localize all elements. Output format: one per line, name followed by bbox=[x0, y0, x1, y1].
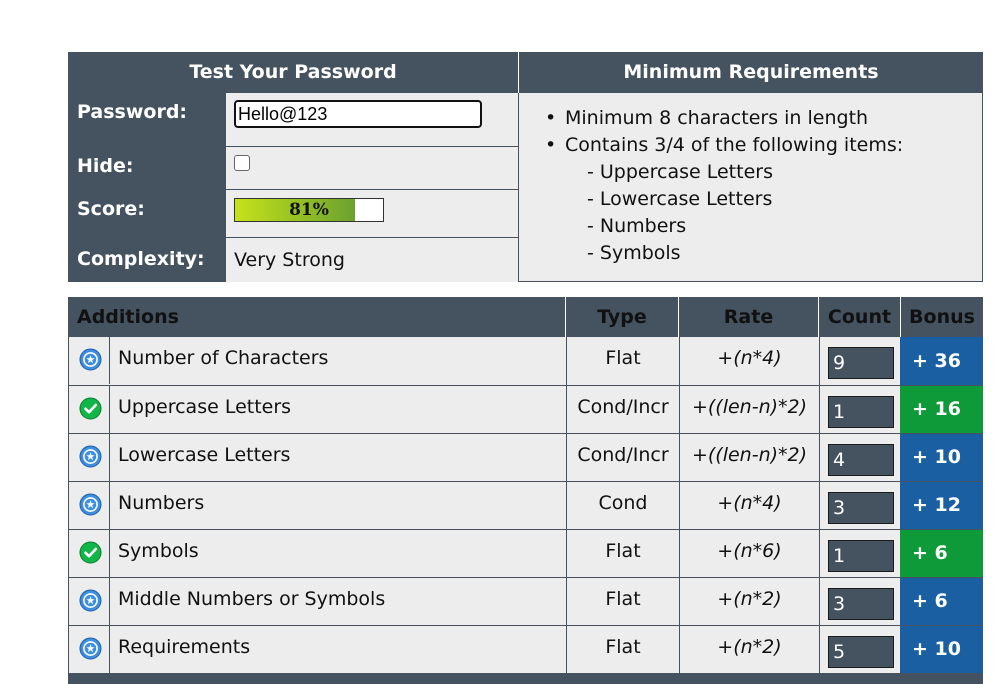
table-row: Number of Characters Flat +(n*4) 9 bbox=[68, 337, 900, 385]
row-count: 9 bbox=[828, 347, 894, 379]
password-test-panel: Test Your Password Minimum Requirements … bbox=[68, 52, 983, 282]
row-bonus: + 10 bbox=[900, 433, 983, 481]
row-count-cell: 3 bbox=[819, 482, 901, 530]
table-footer-bar bbox=[68, 673, 983, 684]
row-bonus: + 12 bbox=[900, 481, 983, 529]
requirement-item: Contains 3/4 of the following items: bbox=[545, 132, 903, 159]
row-rate: +((len-n)*2) bbox=[679, 434, 819, 482]
hide-label: Hide: bbox=[68, 146, 226, 189]
row-icon-cell bbox=[69, 530, 110, 577]
row-type: Cond/Incr bbox=[566, 386, 679, 434]
password-label: Password: bbox=[68, 93, 226, 146]
info-star-icon bbox=[79, 493, 102, 516]
complexity-value: Very Strong bbox=[226, 237, 518, 282]
row-count-cell: 5 bbox=[819, 626, 901, 674]
row-bonus: + 10 bbox=[900, 625, 983, 673]
row-type: Flat bbox=[566, 337, 679, 385]
score-percent: 81% bbox=[289, 200, 329, 220]
row-name: Symbols bbox=[118, 540, 199, 562]
row-rate: +(n*4) bbox=[679, 337, 819, 385]
row-count: 1 bbox=[828, 396, 894, 428]
row-count: 4 bbox=[828, 444, 894, 476]
check-icon bbox=[79, 397, 102, 420]
requirement-sub-item: - Numbers bbox=[587, 215, 687, 237]
additions-table: Additions Type Rate Count Bonus Number o… bbox=[68, 297, 983, 684]
row-bonus: + 36 bbox=[900, 337, 983, 385]
row-type: Cond bbox=[566, 482, 679, 530]
test-password-header: Test Your Password bbox=[68, 52, 518, 93]
row-icon-cell bbox=[69, 578, 110, 625]
row-rate: +(n*2) bbox=[679, 578, 819, 626]
header-type: Type bbox=[565, 297, 678, 337]
table-row: Uppercase Letters Cond/Incr +((len-n)*2) 1 bbox=[68, 385, 901, 434]
requirement-sub-item: - Lowercase Letters bbox=[587, 188, 773, 210]
requirement-item: Minimum 8 characters in length bbox=[545, 105, 903, 132]
row-bonus: + 6 bbox=[900, 577, 983, 625]
row-name: Lowercase Letters bbox=[118, 444, 291, 466]
row-bonus: + 16 bbox=[900, 385, 983, 433]
requirements-body: Minimum 8 characters in length Contains … bbox=[518, 93, 983, 282]
row-count-cell: 1 bbox=[819, 530, 901, 578]
row-type: Flat bbox=[566, 578, 679, 626]
check-icon bbox=[79, 541, 102, 564]
row-count: 5 bbox=[828, 636, 894, 668]
hide-checkbox[interactable] bbox=[234, 155, 250, 171]
row-rate: +(n*6) bbox=[679, 530, 819, 578]
score-cell: 81% bbox=[226, 189, 518, 237]
row-count: 1 bbox=[828, 540, 894, 572]
table-row: Lowercase Letters Cond/Incr +((len-n)*2) 4 bbox=[68, 433, 901, 482]
header-additions: Additions bbox=[77, 306, 179, 328]
table-row: Middle Numbers or Symbols Flat +(n*2) 3 bbox=[68, 577, 901, 626]
row-count: 3 bbox=[828, 588, 894, 620]
row-icon-cell bbox=[69, 386, 110, 433]
row-name: Middle Numbers or Symbols bbox=[118, 588, 386, 610]
table-row: Numbers Cond +(n*4) 3 bbox=[68, 481, 901, 530]
row-count-cell: 9 bbox=[819, 337, 901, 385]
row-name: Number of Characters bbox=[118, 347, 329, 369]
row-type: Cond/Incr bbox=[566, 434, 679, 482]
password-cell bbox=[226, 93, 518, 146]
row-count-cell: 4 bbox=[819, 434, 901, 482]
row-rate: +(n*4) bbox=[679, 482, 819, 530]
row-count: 3 bbox=[828, 492, 894, 524]
info-star-icon bbox=[79, 445, 102, 468]
row-name: Numbers bbox=[118, 492, 205, 514]
score-bar: 81% bbox=[234, 198, 384, 222]
row-icon-cell bbox=[69, 626, 110, 673]
password-input[interactable] bbox=[234, 100, 482, 128]
score-label: Score: bbox=[68, 189, 226, 237]
info-star-icon bbox=[79, 637, 102, 660]
row-rate: +(n*2) bbox=[679, 626, 819, 674]
min-requirements-header: Minimum Requirements bbox=[518, 52, 983, 93]
row-icon-cell bbox=[69, 434, 110, 481]
requirement-sub-item: - Symbols bbox=[587, 242, 681, 264]
row-type: Flat bbox=[566, 530, 679, 578]
row-name: Uppercase Letters bbox=[118, 396, 292, 418]
requirement-sub-item: - Uppercase Letters bbox=[587, 161, 773, 183]
row-icon-cell bbox=[69, 337, 110, 384]
row-count-cell: 1 bbox=[819, 386, 901, 434]
header-count: Count bbox=[818, 297, 900, 337]
info-star-icon bbox=[79, 589, 102, 612]
header-rate: Rate bbox=[678, 297, 818, 337]
row-rate: +((len-n)*2) bbox=[679, 386, 819, 434]
row-type: Flat bbox=[566, 626, 679, 674]
table-row: Requirements Flat +(n*2) 5 bbox=[68, 625, 901, 674]
row-name: Requirements bbox=[118, 636, 251, 658]
hide-cell bbox=[226, 146, 518, 189]
table-row: Symbols Flat +(n*6) 1 bbox=[68, 529, 901, 578]
header-bonus: Bonus bbox=[900, 297, 983, 337]
complexity-label: Complexity: bbox=[68, 237, 226, 282]
info-star-icon bbox=[79, 348, 102, 371]
row-count-cell: 3 bbox=[819, 578, 901, 626]
row-icon-cell bbox=[69, 482, 110, 529]
requirements-list: Minimum 8 characters in length Contains … bbox=[545, 105, 903, 267]
row-bonus: + 6 bbox=[900, 529, 983, 577]
